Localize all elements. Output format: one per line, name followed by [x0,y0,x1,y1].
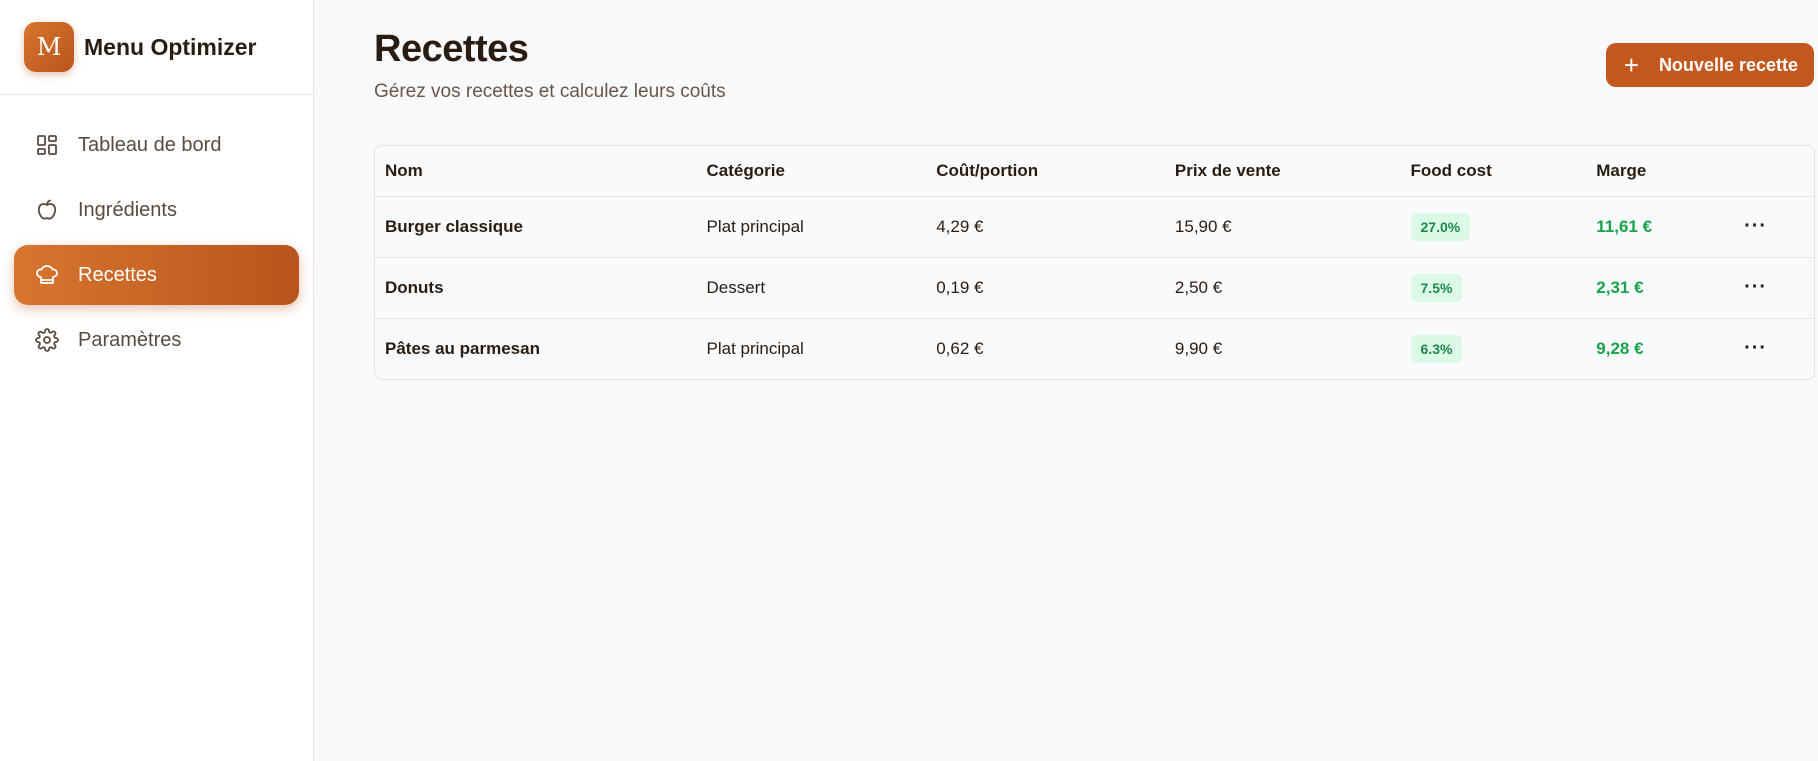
page-title: Recettes [374,28,529,70]
sidebar-item-label: Ingrédients [78,198,177,221]
recipe-price: 15,90 € [1164,196,1401,258]
sidebar-item-ingredients[interactable]: Ingrédients [14,180,299,240]
actions-cell: ··· [1734,196,1814,258]
actions-cell: ··· [1734,318,1814,379]
recipe-name: Pâtes au parmesan [385,338,540,358]
main-content: Recettes Gérez vos recettes et calculez … [314,0,1818,761]
recipes-table: Nom Catégorie Coût/portion Prix de vente… [374,145,1815,380]
column-header-marge[interactable]: Marge [1586,146,1735,197]
food-cost-badge: 27.0% [1410,212,1471,241]
actions-cell: ··· [1734,257,1814,319]
recipe-cost: 0,19 € [926,257,1165,319]
plus-icon: + [1623,50,1639,80]
sidebar-item-parametres[interactable]: Paramètres [14,310,299,370]
sidebar-item-label: Recettes [78,263,157,286]
recipe-food-cost-cell: 7.5% [1400,257,1587,319]
chef-hat-icon [34,262,60,288]
food-cost-badge: 7.5% [1410,273,1463,302]
recipe-margin: 11,61 € [1586,196,1735,258]
more-options-icon[interactable]: ··· [1744,276,1767,299]
column-header-categorie[interactable]: Catégorie [696,146,927,197]
brand-name: Menu Optimizer [84,33,257,60]
sidebar-item-dashboard[interactable]: Tableau de bord [14,115,299,175]
brand-logo: M [24,22,74,72]
sidebar-item-label: Tableau de bord [78,133,222,156]
more-options-icon[interactable]: ··· [1744,337,1767,360]
recipe-category: Plat principal [696,196,927,258]
column-header-food-cost[interactable]: Food cost [1400,146,1587,197]
recipe-name: Burger classique [375,196,697,258]
recipe-cost: 4,29 € [926,196,1165,258]
recipe-price: 2,50 € [1164,257,1401,319]
sidebar-item-label: Paramètres [78,328,182,351]
recipe-margin: 9,28 € [1596,338,1644,358]
recipe-price: 9,90 € [1174,338,1223,358]
column-header-actions [1734,146,1814,197]
app: M Menu Optimizer Tableau de bord Ingrédi… [0,0,1818,761]
gear-icon [34,327,60,353]
table-row[interactable]: Burger classique Plat principal 4,29 € 1… [375,196,1814,258]
table-row[interactable]: Pâtes au parmesan Plat principal 0,62 € … [375,318,1814,379]
apple-icon [34,197,60,223]
recipe-cost: 0,62 € [936,338,984,358]
recipe-food-cost-cell: 27.0% [1400,196,1587,258]
brand: M Menu Optimizer [0,0,313,95]
column-header-cout[interactable]: Coût/portion [926,146,1165,197]
recipe-name: Donuts [375,257,697,319]
sidebar: M Menu Optimizer Tableau de bord Ingrédi… [0,0,314,761]
food-cost-badge: 6.3% [1410,334,1463,363]
page-header: Recettes Gérez vos recettes et calculez … [374,28,1818,103]
page-subtitle: Gérez vos recettes et calculez leurs coû… [374,81,726,102]
recipe-margin: 2,31 € [1586,257,1735,319]
more-options-icon[interactable]: ··· [1744,215,1767,238]
sidebar-nav: Tableau de bord Ingrédients Recettes Par… [0,95,313,395]
table-row[interactable]: Donuts Dessert 0,19 € 2,50 € 7.5% 2,31 €… [375,257,1814,319]
recipe-food-cost-cell: 6.3% [1401,318,1587,379]
sidebar-item-recettes[interactable]: Recettes [14,245,299,305]
table-header-row: Nom Catégorie Coût/portion Prix de vente… [375,146,1814,197]
column-header-prix[interactable]: Prix de vente [1164,146,1401,197]
recipe-category: Dessert [696,257,927,319]
new-recipe-label: Nouvelle recette [1658,54,1798,75]
recipe-category: Plat principal [706,338,804,358]
dashboard-icon [34,132,60,158]
column-header-nom[interactable]: Nom [375,146,697,197]
new-recipe-button[interactable]: + Nouvelle recette [1605,43,1814,87]
